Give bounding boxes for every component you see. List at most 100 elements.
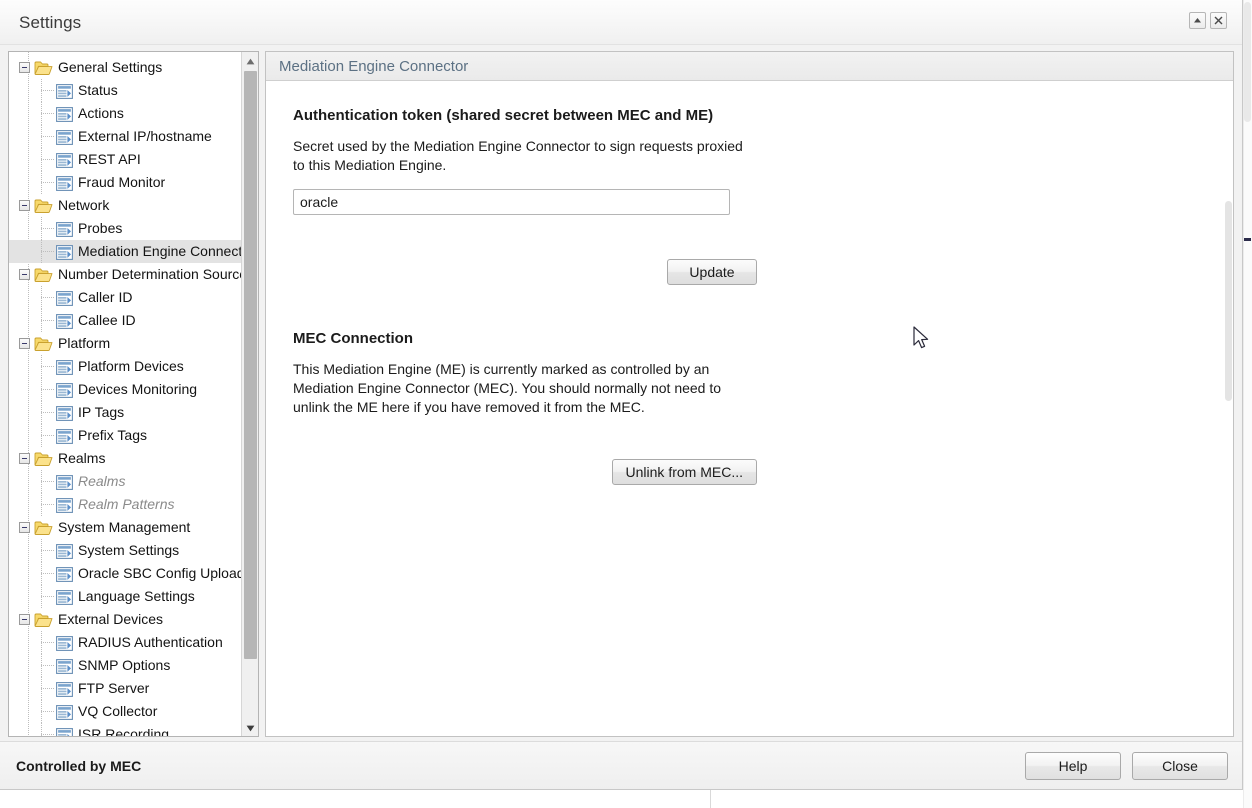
- tree-guide-branch: [41, 79, 42, 102]
- tree-guide-connector: [41, 734, 54, 735]
- tree-scrollbar[interactable]: [241, 52, 258, 736]
- tree-item-general-settings[interactable]: General Settings: [9, 56, 241, 79]
- content-header-title: Mediation Engine Connector: [279, 57, 469, 75]
- dialog-footer: Controlled by MEC Help Close: [0, 741, 1242, 789]
- tree-guide-branch: [41, 539, 42, 562]
- tree-guide-connector: [41, 688, 54, 689]
- folder-icon: [34, 198, 53, 214]
- page-icon: [56, 681, 73, 697]
- tree-guide-connector: [41, 642, 54, 643]
- tree-item-label: Realms: [78, 473, 126, 489]
- collapse-toggle-icon[interactable]: [19, 62, 30, 73]
- content-header: Mediation Engine Connector: [266, 52, 1233, 81]
- collapse-button[interactable]: [1189, 12, 1206, 29]
- close-button[interactable]: [1210, 12, 1227, 29]
- collapse-toggle-icon[interactable]: [19, 614, 30, 625]
- help-button[interactable]: Help: [1025, 751, 1121, 780]
- update-button[interactable]: Update: [667, 259, 757, 285]
- browser-scrollbar[interactable]: [1243, 0, 1252, 808]
- tree-item-caller-id[interactable]: Caller ID: [9, 286, 241, 309]
- update-button-row: Update: [293, 259, 757, 285]
- tree-item-label: Realms: [58, 450, 106, 466]
- tree-item-label: Network: [58, 197, 110, 213]
- collapse-toggle-icon[interactable]: [19, 522, 30, 533]
- tree-scrollbar-thumb[interactable]: [244, 71, 257, 659]
- screen-root: Settings General Settings Status Actions…: [0, 0, 1252, 808]
- tree-guide-branch: [41, 102, 42, 125]
- page-icon: [56, 313, 73, 329]
- page-icon: [56, 106, 73, 122]
- collapse-toggle-icon[interactable]: [19, 338, 30, 349]
- tree-item-realms[interactable]: Realms: [9, 470, 241, 493]
- tree-item-network[interactable]: Network: [9, 194, 241, 217]
- tree-item-realm-patterns[interactable]: Realm Patterns: [9, 493, 241, 516]
- collapse-toggle-icon[interactable]: [19, 453, 30, 464]
- tree-guide-branch: [41, 631, 42, 654]
- tree-guide-branch: [41, 240, 42, 263]
- content-scrollbar[interactable]: [1223, 111, 1233, 736]
- tree-item-prefix-tags[interactable]: Prefix Tags: [9, 424, 241, 447]
- tree-guide-connector: [41, 711, 54, 712]
- content-panel: Mediation Engine Connector Authenticatio…: [265, 51, 1234, 737]
- tree-item-platform-devices[interactable]: Platform Devices: [9, 355, 241, 378]
- tree-item-status[interactable]: Status: [9, 79, 241, 102]
- folder-icon: [34, 612, 53, 628]
- tree-item-number-determination-sources[interactable]: Number Determination Sources: [9, 263, 241, 286]
- page-icon: [56, 405, 73, 421]
- content-scrollbar-thumb[interactable]: [1225, 201, 1232, 401]
- tree-item-platform[interactable]: Platform: [9, 332, 241, 355]
- browser-scrollbar-thumb[interactable]: [1244, 2, 1251, 122]
- tree-guide-connector: [41, 228, 54, 229]
- tree-item-oracle-sbc-config-upload[interactable]: Oracle SBC Config Upload: [9, 562, 241, 585]
- tree-scroll-up-button[interactable]: [242, 52, 258, 69]
- settings-tree-scroll-area: General Settings Status Actions External IP…: [9, 52, 241, 736]
- page-icon: [56, 428, 73, 444]
- tree-item-rest-api[interactable]: REST API: [9, 148, 241, 171]
- tree-item-system-management[interactable]: System Management: [9, 516, 241, 539]
- tree-item-actions[interactable]: Actions: [9, 102, 241, 125]
- folder-icon: [34, 520, 53, 536]
- tree-item-external-ip-hostname[interactable]: External IP/hostname: [9, 125, 241, 148]
- tree-item-callee-id[interactable]: Callee ID: [9, 309, 241, 332]
- window-controls: [1189, 12, 1227, 29]
- tree-guide-connector: [41, 596, 54, 597]
- tree-item-system-settings[interactable]: System Settings: [9, 539, 241, 562]
- triangle-down-icon: [246, 719, 255, 737]
- tree-item-vq-collector[interactable]: VQ Collector: [9, 700, 241, 723]
- tree-item-label: FTP Server: [78, 680, 150, 696]
- tree-guide-connector: [41, 113, 54, 114]
- tree-item-label: Language Settings: [78, 588, 195, 604]
- tree-guide-connector: [41, 573, 54, 574]
- unlink-from-mec-button[interactable]: Unlink from MEC...: [611, 459, 757, 485]
- tree-item-radius-authentication[interactable]: RADIUS Authentication: [9, 631, 241, 654]
- tree-item-ftp-server[interactable]: FTP Server: [9, 677, 241, 700]
- collapse-toggle-icon[interactable]: [19, 200, 30, 211]
- tree-item-label: External IP/hostname: [78, 128, 212, 144]
- tree-item-ip-tags[interactable]: IP Tags: [9, 401, 241, 424]
- tree-item-realms[interactable]: Realms: [9, 447, 241, 470]
- tree-item-external-devices[interactable]: External Devices: [9, 608, 241, 631]
- mec-connection-section-title: MEC Connection: [293, 330, 413, 347]
- tree-item-language-settings[interactable]: Language Settings: [9, 585, 241, 608]
- close-dialog-button[interactable]: Close: [1132, 751, 1228, 780]
- tree-item-probes[interactable]: Probes: [9, 217, 241, 240]
- auth-token-input[interactable]: [293, 189, 730, 215]
- tree-item-label: Oracle SBC Config Upload: [78, 565, 241, 581]
- collapse-toggle-icon[interactable]: [19, 269, 30, 280]
- tree-item-fraud-monitor[interactable]: Fraud Monitor: [9, 171, 241, 194]
- tree-guide-branch: [41, 470, 42, 493]
- settings-tree-panel: General Settings Status Actions External IP…: [8, 51, 259, 737]
- tree-item-label: Actions: [78, 105, 124, 121]
- tree-scroll-down-button[interactable]: [242, 719, 258, 737]
- tree-item-snmp-options[interactable]: SNMP Options: [9, 654, 241, 677]
- page-icon: [56, 83, 73, 99]
- page-icon: [56, 474, 73, 490]
- tree-guide-branch: [41, 654, 42, 677]
- tree-item-isr-recording[interactable]: ISR Recording: [9, 723, 241, 736]
- folder-icon: [34, 60, 53, 76]
- tree-item-devices-monitoring[interactable]: Devices Monitoring: [9, 378, 241, 401]
- close-x-icon: [1214, 16, 1223, 25]
- settings-tree: General Settings Status Actions External IP…: [9, 52, 241, 736]
- tree-item-mediation-engine-connector[interactable]: Mediation Engine Connector: [9, 240, 241, 263]
- page-icon: [56, 727, 73, 736]
